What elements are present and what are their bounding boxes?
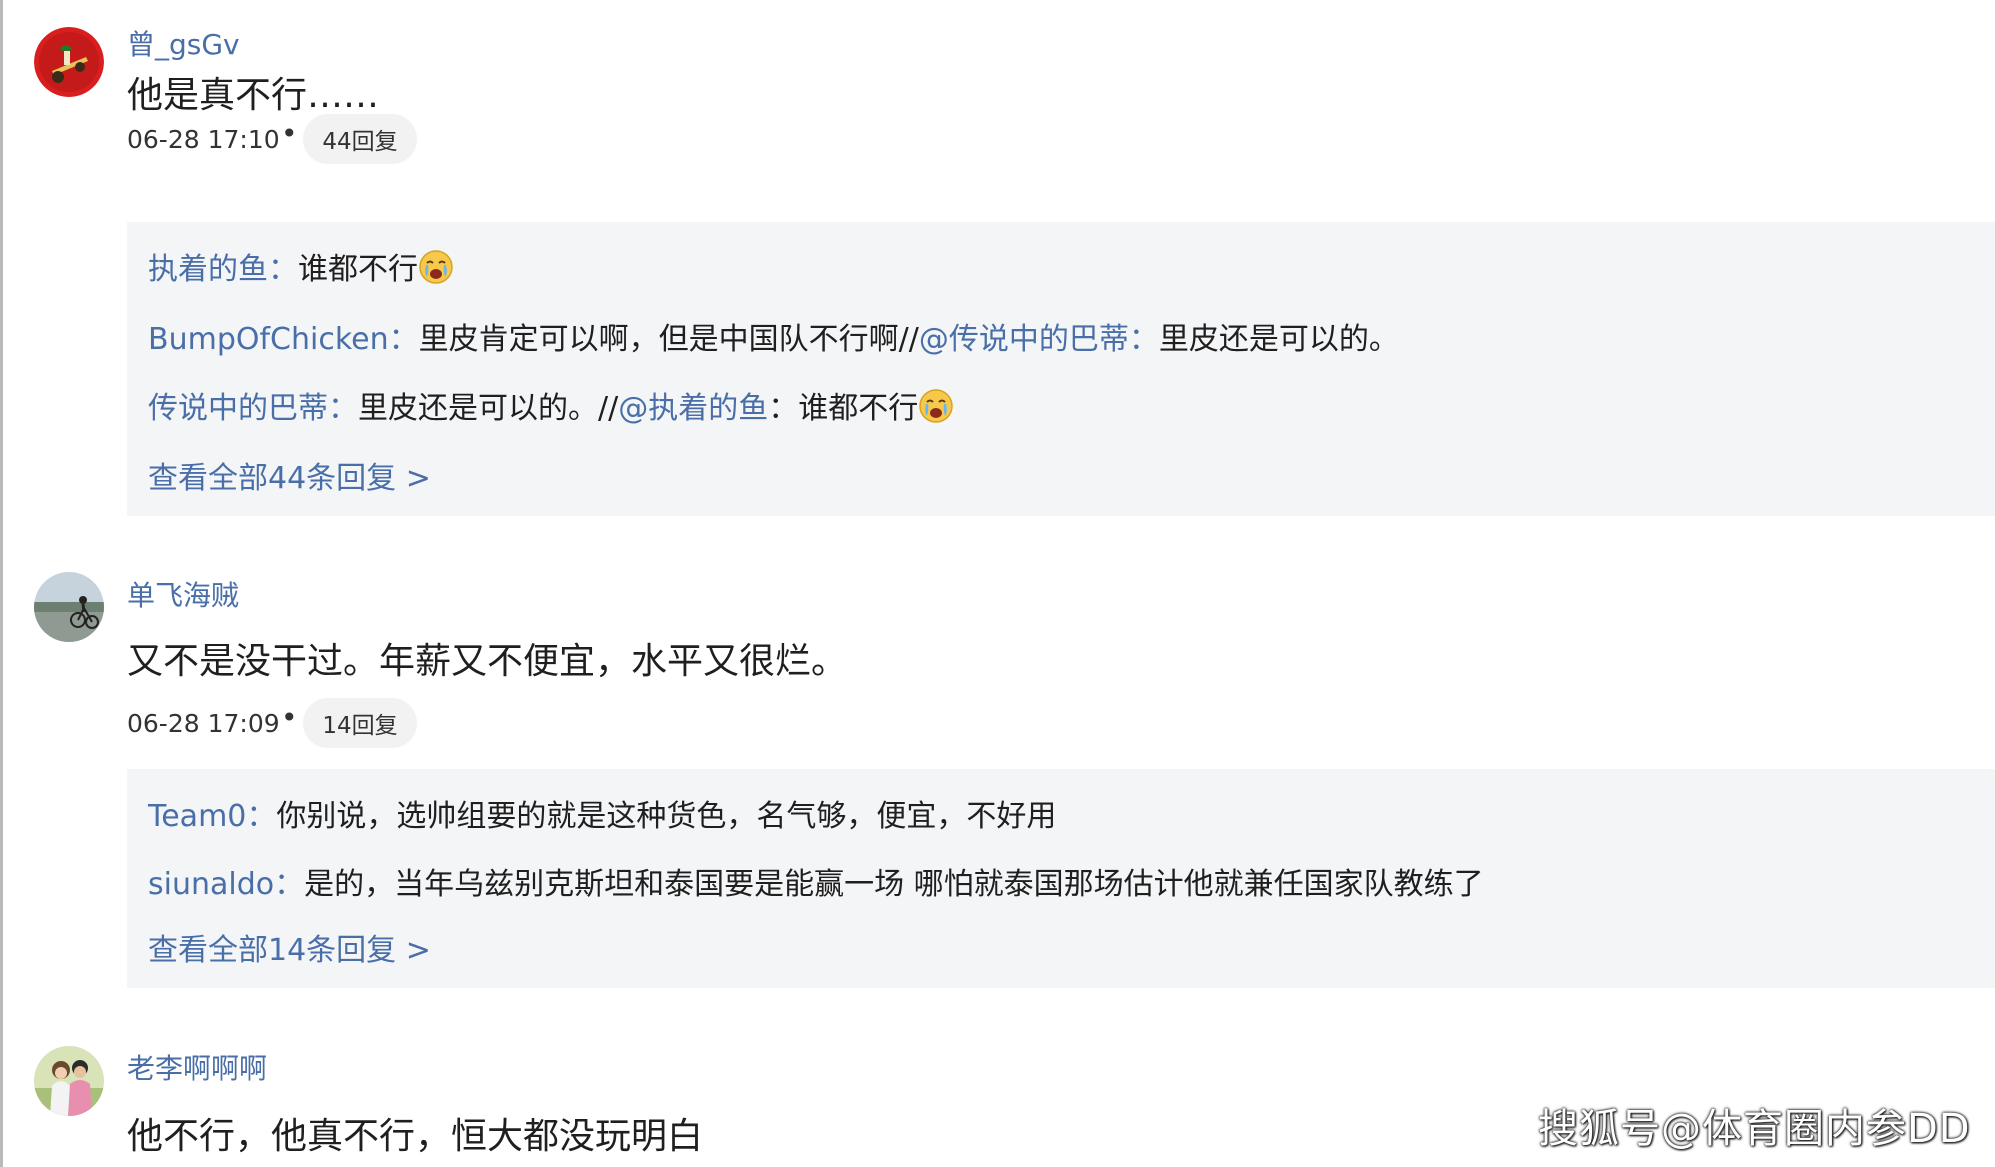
reply-quoted-text: 里皮还是可以的。 <box>1158 322 1399 357</box>
reply-separator: ： <box>246 799 277 834</box>
crying-emoji-icon <box>918 388 954 424</box>
user-avatar[interactable] <box>34 27 104 97</box>
comment-username[interactable]: 曾_gsGv <box>127 23 240 63</box>
reply-separator: ： <box>268 252 298 287</box>
user-avatar[interactable] <box>34 1046 104 1116</box>
reply-item: 传说中的巴蒂：里皮还是可以的。//@执着的鱼：谁都不行 <box>148 383 954 427</box>
meta-separator-dot: • <box>281 701 298 734</box>
source-watermark: 搜狐号@体育圈内参DD <box>1538 1106 1971 1152</box>
reply-item: BumpOfChicken：里皮肯定可以啊，但是中国队不行啊//@传说中的巴蒂：… <box>148 314 1399 358</box>
comment-username[interactable]: 老李啊啊啊 <box>127 1047 267 1087</box>
reply-mention-link[interactable]: @执着的鱼 <box>618 391 768 426</box>
view-all-replies-link[interactable]: 查看全部44条回复 > <box>148 453 431 497</box>
reply-count-button[interactable]: 44回复 <box>303 114 417 164</box>
comment-username[interactable]: 单飞海贼 <box>127 574 239 614</box>
reply-separator: ： <box>768 391 799 426</box>
reply-separator: ： <box>1128 322 1159 357</box>
reply-preview-box: Team0：你别说，选帅组要的就是这种货色，名气够，便宜，不好用 siunald… <box>127 769 1995 988</box>
reply-text: 里皮还是可以的。// <box>358 391 619 426</box>
reply-username[interactable]: siunaldo <box>148 867 274 902</box>
comment-text: 又不是没干过。年薪又不便宜，水平又很烂。 <box>127 641 848 682</box>
reply-text: 是的，当年乌兹别克斯坦和泰国要是能赢一场 哪怕就泰国那场估计他就兼任国家队教练了 <box>304 867 1484 902</box>
reply-preview-box: 执着的鱼：谁都不行 BumpOfChicken：里皮肯定可以啊，但是中国队不行啊… <box>127 222 1995 516</box>
comment-timestamp: 06-28 17:09 <box>127 709 280 738</box>
reply-text: 里皮肯定可以啊，但是中国队不行啊// <box>418 322 919 357</box>
reply-separator: ： <box>328 391 358 426</box>
comment-text: 他是真不行…… <box>127 75 380 116</box>
reply-mention-link[interactable]: @传说中的巴蒂 <box>919 322 1129 357</box>
reply-username[interactable]: 传说中的巴蒂 <box>148 391 328 426</box>
meta-separator-dot: • <box>281 117 298 150</box>
comment-timestamp: 06-28 17:10 <box>127 125 280 154</box>
reply-text: 你别说，选帅组要的就是这种货色，名气够，便宜，不好用 <box>276 799 1057 834</box>
crying-emoji-icon <box>418 249 454 285</box>
user-avatar[interactable] <box>34 572 104 642</box>
view-all-replies-link[interactable]: 查看全部14条回复 > <box>148 925 431 969</box>
reply-item: siunaldo：是的，当年乌兹别克斯坦和泰国要是能赢一场 哪怕就泰国那场估计他… <box>148 859 1484 903</box>
reply-separator: ： <box>388 322 419 357</box>
reply-item: Team0：你别说，选帅组要的就是这种货色，名气够，便宜，不好用 <box>148 791 1056 835</box>
comment-text: 他不行，他真不行，恒大都没玩明白 <box>127 1116 704 1157</box>
reply-item: 执着的鱼：谁都不行 <box>148 244 454 288</box>
reply-count-button[interactable]: 14回复 <box>303 698 417 748</box>
reply-quoted-text: 谁都不行 <box>798 391 919 426</box>
page-left-border <box>0 0 3 1167</box>
reply-separator: ： <box>274 867 305 902</box>
reply-username[interactable]: Team0 <box>148 799 246 834</box>
reply-username[interactable]: BumpOfChicken <box>148 322 389 357</box>
reply-username[interactable]: 执着的鱼 <box>148 252 268 287</box>
reply-text: 谁都不行 <box>298 252 418 287</box>
